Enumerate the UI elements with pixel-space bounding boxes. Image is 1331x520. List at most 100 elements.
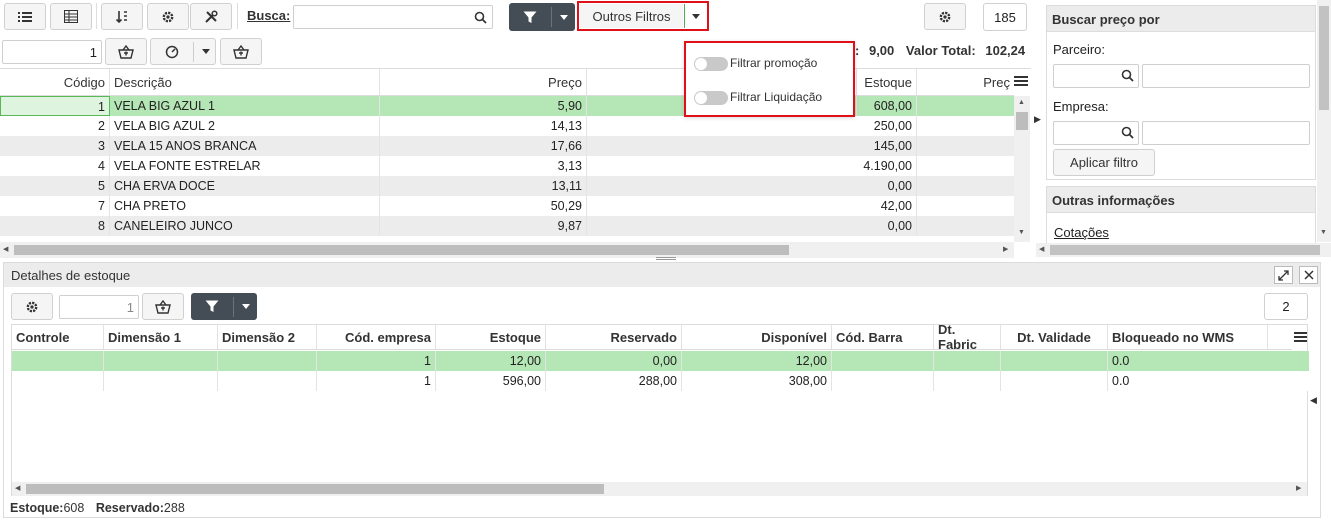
- main-grid-horizontal-scrollbar[interactable]: ◀ ▶: [0, 242, 1014, 258]
- table-row[interactable]: 8 CANELEIRO JUNCO 9,87 0,00: [0, 216, 1014, 236]
- table-row[interactable]: 1 12,00 0,00 12,00 0.0: [12, 351, 1309, 371]
- cell-descricao: VELA 15 ANOS BRANCA: [110, 136, 380, 156]
- basket-remove-button[interactable]: [220, 38, 262, 65]
- other-filters-button[interactable]: Outros Filtros: [580, 4, 683, 28]
- gauge-icon: [165, 45, 179, 58]
- column-header-descricao[interactable]: Descrição: [110, 69, 380, 95]
- scrollbar-thumb[interactable]: [1016, 112, 1028, 130]
- stock-grid-horizontal-scrollbar[interactable]: ◀ ▶: [12, 482, 1307, 496]
- cotacoes-link[interactable]: Cotações: [1054, 225, 1109, 240]
- table-row[interactable]: 7 CHA PRETO 50,29 42,00: [0, 196, 1014, 216]
- stock-settings-button[interactable]: [11, 293, 53, 320]
- column-header-estoque[interactable]: Estoque: [436, 325, 546, 349]
- stock-filter-button[interactable]: [191, 293, 257, 320]
- grid-view-button[interactable]: [50, 3, 92, 30]
- stock-basket-button[interactable]: [142, 293, 184, 320]
- cell-cod-empresa: 1: [317, 371, 436, 391]
- apply-filter-button[interactable]: Aplicar filtro: [1053, 149, 1155, 176]
- other-filters-dropdown-button[interactable]: [684, 4, 706, 28]
- cell-preco: 13,11: [380, 176, 587, 196]
- chevron-down-icon: [241, 304, 250, 309]
- table-row[interactable]: 5 CHA ERVA DOCE 13,11 0,00: [0, 176, 1014, 196]
- collapse-side-icon[interactable]: ◀: [1310, 395, 1317, 406]
- quantity-input[interactable]: 1: [2, 40, 102, 64]
- column-header-dt-fabric[interactable]: Dt. Fabric: [934, 322, 1001, 352]
- cell-preco: 14,13: [380, 116, 587, 136]
- stock-details-title: Detalhes de estoque: [11, 268, 131, 283]
- settings-button[interactable]: [147, 3, 189, 30]
- sort-icon: [115, 10, 127, 23]
- filter-promotion-toggle[interactable]: [694, 57, 728, 71]
- stock-quantity-input[interactable]: 1: [59, 295, 139, 319]
- other-info-panel: Outras informações Cotações: [1046, 186, 1316, 246]
- add-to-cart-button[interactable]: [105, 38, 147, 65]
- column-menu-icon[interactable]: [1014, 75, 1030, 89]
- scrollbar-thumb[interactable]: [26, 484, 604, 494]
- table-row[interactable]: 1 596,00 288,00 308,00 0.0: [12, 371, 1309, 391]
- gear-icon: [939, 11, 951, 22]
- grid-settings-button[interactable]: [924, 3, 966, 30]
- column-header-bloqueado-wms[interactable]: Bloqueado no WMS: [1108, 325, 1268, 349]
- scrollbar-thumb[interactable]: [1050, 245, 1320, 255]
- parceiro-code-input[interactable]: [1053, 64, 1139, 88]
- table-row[interactable]: 4 VELA FONTE ESTRELAR 3,13 4.190,00: [0, 156, 1014, 176]
- expand-side-panel-icon[interactable]: ▶: [1034, 114, 1041, 125]
- column-header-codigo[interactable]: Código: [0, 69, 110, 95]
- column-header-dimensao-1[interactable]: Dimensão 1: [104, 325, 218, 349]
- cell-codigo: 5: [0, 176, 110, 196]
- cell-descricao: VELA FONTE ESTRELAR: [110, 156, 380, 176]
- search-icon[interactable]: [474, 11, 487, 24]
- column-menu-icon[interactable]: [1294, 332, 1308, 344]
- empresa-label: Empresa:: [1053, 99, 1109, 114]
- cell-estoque: 4.190,00: [797, 156, 917, 176]
- stock-record-count: 2: [1264, 293, 1308, 320]
- close-button[interactable]: [1299, 266, 1318, 284]
- search-input[interactable]: [293, 5, 493, 29]
- empresa-name-input[interactable]: [1142, 121, 1310, 145]
- column-header-preco-2[interactable]: Preç: [917, 69, 1014, 95]
- table-row[interactable]: 2 VELA BIG AZUL 2 14,13 250,00: [0, 116, 1014, 136]
- column-header-preco[interactable]: Preço: [380, 69, 587, 95]
- column-header-dt-validade[interactable]: Dt. Validade: [1001, 325, 1108, 349]
- empresa-code-input[interactable]: [1053, 121, 1139, 145]
- cell-reservado: 0,00: [546, 351, 682, 371]
- timer-dropdown-button[interactable]: [150, 38, 216, 65]
- column-header-estoque[interactable]: Estoque: [857, 69, 917, 95]
- table-row[interactable]: 1 VELA BIG AZUL 1 5,90 608,00: [0, 96, 1014, 116]
- other-filters-menu: Filtrar promoção Filtrar Liquidação: [684, 41, 855, 117]
- column-header-cod-empresa[interactable]: Cód. empresa: [317, 325, 436, 349]
- chevron-down-icon: [202, 49, 210, 54]
- other-info-header: Outras informações: [1047, 187, 1315, 213]
- cell-preco: 3,13: [380, 156, 587, 176]
- table-row[interactable]: 3 VELA 15 ANOS BRANCA 17,66 145,00: [0, 136, 1014, 156]
- parceiro-name-input[interactable]: [1142, 64, 1310, 88]
- scrollbar-thumb[interactable]: [14, 245, 789, 255]
- cell-descricao: CANELEIRO JUNCO: [110, 216, 380, 236]
- side-panel-vertical-scrollbar[interactable]: ▼: [1317, 0, 1331, 242]
- column-header-dimensao-2[interactable]: Dimensão 2: [218, 325, 317, 349]
- filter-liquidation-toggle[interactable]: [694, 91, 728, 105]
- main-grid-vertical-scrollbar[interactable]: ▲ ▼: [1014, 96, 1030, 242]
- search-icon[interactable]: [1121, 126, 1134, 139]
- column-header-disponivel[interactable]: Disponível: [682, 325, 832, 349]
- cell-bloqueado-wms: 0.0: [1112, 354, 1130, 368]
- splitter-handle[interactable]: [656, 257, 676, 260]
- sort-button[interactable]: [101, 3, 143, 30]
- maximize-button[interactable]: [1274, 266, 1293, 284]
- cell-descricao: CHA PRETO: [110, 196, 380, 216]
- cell-disponivel: 308,00: [682, 371, 832, 391]
- list-view-button[interactable]: [4, 3, 46, 30]
- search-icon[interactable]: [1121, 69, 1134, 82]
- tools-button[interactable]: [190, 3, 232, 30]
- filter-liquidation-label: Filtrar Liquidação: [730, 90, 823, 104]
- chevron-down-icon: [691, 13, 700, 19]
- cell-estoque: 0,00: [797, 176, 917, 196]
- side-panel-horizontal-scrollbar[interactable]: ◀: [1036, 243, 1331, 257]
- filter-button[interactable]: [509, 3, 575, 31]
- filter-liquidation-item[interactable]: Filtrar Liquidação: [694, 88, 844, 108]
- column-header-cod-barra[interactable]: Cód. Barra: [832, 325, 934, 349]
- filter-promotion-item[interactable]: Filtrar promoção: [694, 54, 844, 74]
- scrollbar-thumb[interactable]: [1319, 6, 1329, 110]
- column-header-reservado[interactable]: Reservado: [546, 325, 682, 349]
- column-header-controle[interactable]: Controle: [12, 325, 104, 349]
